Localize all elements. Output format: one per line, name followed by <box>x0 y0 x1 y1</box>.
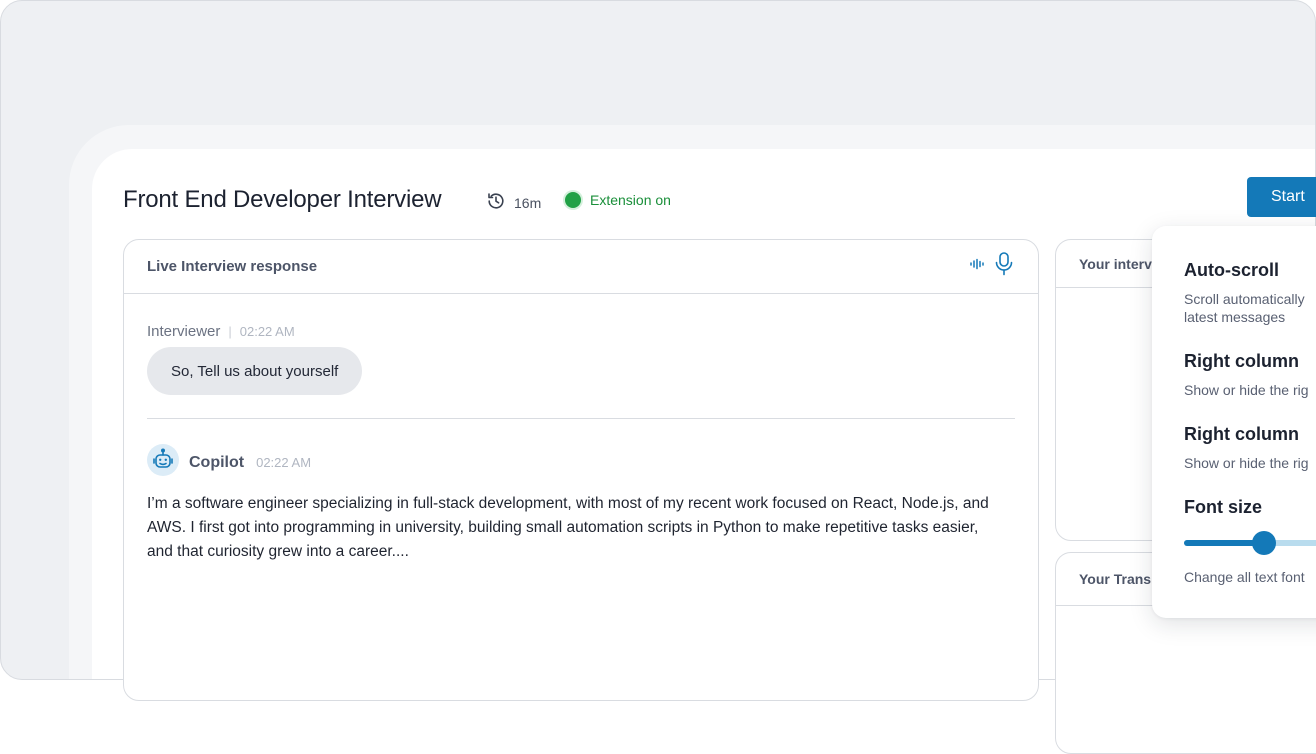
interviewer-message: So, Tell us about yourself <box>147 347 363 395</box>
live-panel-icons <box>969 251 1015 282</box>
font-size-description: Change all text font <box>1184 569 1305 585</box>
start-button[interactable]: Start <box>1247 177 1316 217</box>
interviewer-name: Interviewer <box>147 323 221 340</box>
audio-wave-icon <box>969 256 985 277</box>
copilot-name: Copilot <box>189 453 245 471</box>
message-divider <box>147 418 1015 419</box>
status-dot-icon <box>565 192 581 208</box>
copilot-bot-icon <box>147 444 179 481</box>
microphone-icon[interactable] <box>993 251 1015 282</box>
session-timer: 16m <box>486 191 541 214</box>
copilot-meta: Copilot 02:22 AM <box>147 444 311 481</box>
auto-scroll-desc-line1: Scroll automatically <box>1184 291 1305 307</box>
meta-separator: | <box>228 324 232 339</box>
auto-scroll-description: Scroll automatically latest messages <box>1184 290 1316 326</box>
copilot-message: I’m a software engineer specializing in … <box>147 495 989 560</box>
right-column-title[interactable]: Right column <box>1184 351 1299 372</box>
interviewer-time: 02:22 AM <box>239 324 295 339</box>
extension-status: Extension on <box>565 192 671 208</box>
interviewer-meta: Interviewer | 02:22 AM <box>147 323 295 340</box>
copilot-time: 02:22 AM <box>256 455 312 470</box>
right-column-title-2[interactable]: Right column <box>1184 424 1299 445</box>
font-size-slider-thumb[interactable] <box>1252 531 1276 555</box>
font-size-slider[interactable] <box>1184 531 1316 555</box>
settings-popover: Auto-scroll Scroll automatically latest … <box>1152 226 1316 618</box>
duration-label: 16m <box>514 194 542 211</box>
auto-scroll-desc-line2: latest messages <box>1184 309 1286 325</box>
extension-status-label: Extension on <box>590 192 671 208</box>
history-icon <box>486 191 506 214</box>
live-panel-header: Live Interview response <box>124 240 1038 294</box>
font-size-title: Font size <box>1184 497 1263 517</box>
auto-scroll-title[interactable]: Auto-scroll <box>1184 260 1279 281</box>
right-column-description: Show or hide the rig <box>1184 382 1309 398</box>
live-panel-title: Live Interview response <box>147 258 318 275</box>
right-column-description-2: Show or hide the rig <box>1184 455 1309 471</box>
page-title: Front End Developer Interview <box>123 186 442 213</box>
live-response-panel: Live Interview response Interviewer | 02… <box>123 239 1039 701</box>
